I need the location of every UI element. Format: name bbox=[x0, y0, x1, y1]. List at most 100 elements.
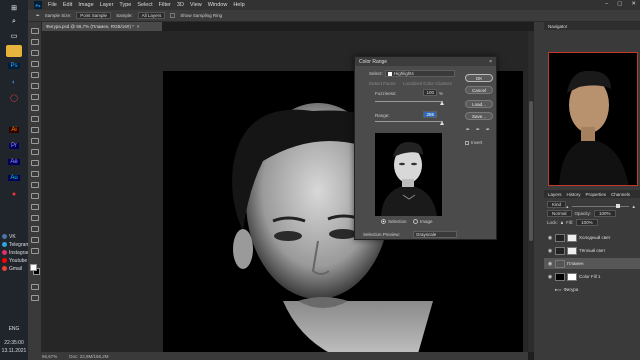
healing-brush-icon[interactable] bbox=[31, 105, 39, 111]
radio-selection[interactable]: Selection bbox=[381, 219, 407, 224]
fuzziness-input[interactable]: 100 bbox=[423, 89, 437, 96]
start-menu-icon[interactable]: ⊞ bbox=[6, 2, 22, 14]
visibility-eye-icon[interactable]: ◉ bbox=[547, 261, 553, 267]
range-slider[interactable] bbox=[375, 121, 443, 122]
scroll-thumb[interactable] bbox=[529, 101, 533, 241]
selection-preview-select[interactable]: Grayscale bbox=[413, 231, 457, 238]
document-tab[interactable]: Фигура.psd @ 66,7% (Пламен, RGB/16#) * × bbox=[42, 22, 162, 31]
layer-row[interactable]: ◉ Color Fill 1 bbox=[544, 271, 640, 282]
keyboard-language[interactable]: ENG bbox=[0, 326, 28, 332]
load-button[interactable]: Load... bbox=[465, 100, 493, 108]
range-knob[interactable] bbox=[440, 121, 444, 125]
hand-tool-icon[interactable] bbox=[31, 237, 39, 243]
visibility-eye-icon[interactable]: ◉ bbox=[547, 235, 553, 241]
tab-navigator[interactable]: Navigator bbox=[548, 24, 567, 29]
brush-tool-icon[interactable] bbox=[31, 116, 39, 122]
invert-checkbox[interactable]: Invert bbox=[465, 140, 482, 145]
marquee-tool-icon[interactable] bbox=[31, 39, 39, 45]
save-button[interactable]: Save... bbox=[465, 112, 493, 120]
dialog-close-icon[interactable]: × bbox=[489, 59, 492, 65]
close-icon[interactable]: ✕ bbox=[631, 1, 636, 7]
move-tool-icon[interactable] bbox=[31, 28, 39, 34]
quick-mask-icon[interactable] bbox=[31, 284, 39, 290]
social-telegram[interactable]: Telegram bbox=[2, 242, 30, 248]
menu-select[interactable]: Select bbox=[137, 2, 152, 8]
taskbar-app-ai[interactable]: Ai bbox=[6, 124, 22, 136]
social-vk[interactable]: VK bbox=[2, 234, 16, 240]
history-brush-icon[interactable] bbox=[31, 138, 39, 144]
menu-type[interactable]: Type bbox=[119, 2, 131, 8]
range-input[interactable]: 255 bbox=[423, 111, 437, 118]
menu-image[interactable]: Image bbox=[78, 2, 93, 8]
foreground-color-swatch[interactable] bbox=[30, 264, 37, 271]
navigator-thumbnail[interactable] bbox=[548, 52, 638, 186]
layer-group-row[interactable]: ▸▭ Фигура bbox=[544, 284, 640, 295]
menu-layer[interactable]: Layer bbox=[100, 2, 114, 8]
search-icon[interactable]: ⌕ bbox=[6, 16, 22, 28]
eyedropper-tool-icon[interactable]: ✒ bbox=[36, 13, 40, 19]
layer-row-selected[interactable]: ◉ Пламен bbox=[544, 258, 640, 269]
show-ring-checkbox[interactable] bbox=[170, 13, 176, 18]
layer-kind-select[interactable]: Kind bbox=[547, 200, 567, 208]
minimize-icon[interactable]: – bbox=[605, 1, 608, 7]
rectangle-tool-icon[interactable] bbox=[31, 226, 39, 232]
taskbar-app-au[interactable]: Au bbox=[6, 172, 22, 184]
menu-help[interactable]: Help bbox=[233, 2, 244, 8]
edge-icon[interactable]: ◐ bbox=[6, 76, 22, 88]
selection-preview[interactable] bbox=[375, 133, 442, 216]
taskbar-app-ae[interactable]: Ae bbox=[6, 156, 22, 168]
menu-edit[interactable]: Edit bbox=[63, 2, 72, 8]
fill-input[interactable]: 100% bbox=[576, 218, 598, 226]
status-zoom[interactable]: 66,67% bbox=[42, 354, 57, 359]
social-gmail[interactable]: Gmail bbox=[2, 266, 22, 272]
clock-date[interactable]: 13.11.2021 bbox=[0, 348, 28, 354]
fuzziness-knob[interactable] bbox=[440, 101, 444, 105]
sample-size-select[interactable]: Point Sample bbox=[76, 12, 112, 19]
pen-tool-icon[interactable] bbox=[31, 193, 39, 199]
tab-history[interactable]: History bbox=[567, 192, 581, 197]
sample-select[interactable]: All Layers bbox=[137, 12, 166, 19]
ok-button[interactable]: OK bbox=[465, 74, 493, 82]
clock-time[interactable]: 22:35:00 bbox=[0, 340, 28, 346]
menu-filter[interactable]: Filter bbox=[159, 2, 171, 8]
eyedropper-icon[interactable] bbox=[31, 94, 39, 100]
dodge-tool-icon[interactable] bbox=[31, 182, 39, 188]
lasso-tool-icon[interactable] bbox=[31, 50, 39, 56]
taskbar-app-ps[interactable]: Ps bbox=[6, 60, 22, 72]
layer-row[interactable]: ◉ Тёплый свет bbox=[544, 245, 640, 256]
social-instagram[interactable]: Instagram bbox=[2, 250, 31, 256]
frame-tool-icon[interactable] bbox=[31, 83, 39, 89]
menu-window[interactable]: Window bbox=[208, 2, 228, 8]
fuzziness-slider[interactable] bbox=[375, 101, 443, 102]
radio-image[interactable]: Image bbox=[413, 219, 433, 224]
blend-mode-select[interactable]: Normal bbox=[547, 209, 572, 217]
lock-icon[interactable]: 🔒︎ bbox=[561, 220, 563, 225]
screen-mode-icon[interactable] bbox=[31, 295, 39, 301]
clone-stamp-icon[interactable] bbox=[31, 127, 39, 133]
taskbar-app-pr[interactable]: Pr bbox=[6, 140, 22, 152]
eyedropper-plus-icon[interactable]: ✒ bbox=[475, 127, 481, 133]
task-view-icon[interactable]: ▭ bbox=[6, 30, 22, 42]
visibility-eye-icon[interactable]: ◉ bbox=[547, 274, 553, 280]
gradient-tool-icon[interactable] bbox=[31, 160, 39, 166]
blur-tool-icon[interactable] bbox=[31, 171, 39, 177]
social-youtube[interactable]: Youtube bbox=[2, 258, 27, 264]
eraser-tool-icon[interactable] bbox=[31, 149, 39, 155]
visibility-eye-icon[interactable]: ◉ bbox=[547, 248, 553, 254]
path-select-icon[interactable] bbox=[31, 215, 39, 221]
zoom-tool-icon[interactable] bbox=[31, 248, 39, 254]
tab-layers[interactable]: Layers bbox=[548, 192, 562, 197]
explorer-icon[interactable] bbox=[6, 45, 22, 57]
maximize-icon[interactable]: ▢ bbox=[617, 1, 622, 7]
menu-3d[interactable]: 3D bbox=[177, 2, 184, 8]
type-tool-icon[interactable] bbox=[31, 204, 39, 210]
menu-view[interactable]: View bbox=[190, 2, 202, 8]
quick-select-tool-icon[interactable] bbox=[31, 61, 39, 67]
media-app-icon[interactable]: ● bbox=[6, 188, 22, 200]
opacity-input[interactable]: 100% bbox=[594, 209, 616, 217]
select-dropdown[interactable]: Highlights bbox=[385, 70, 455, 77]
cancel-button[interactable]: Cancel bbox=[465, 86, 493, 94]
crop-tool-icon[interactable] bbox=[31, 72, 39, 78]
eyedropper-icon[interactable]: ✒ bbox=[465, 127, 471, 133]
menu-file[interactable]: File bbox=[48, 2, 57, 8]
